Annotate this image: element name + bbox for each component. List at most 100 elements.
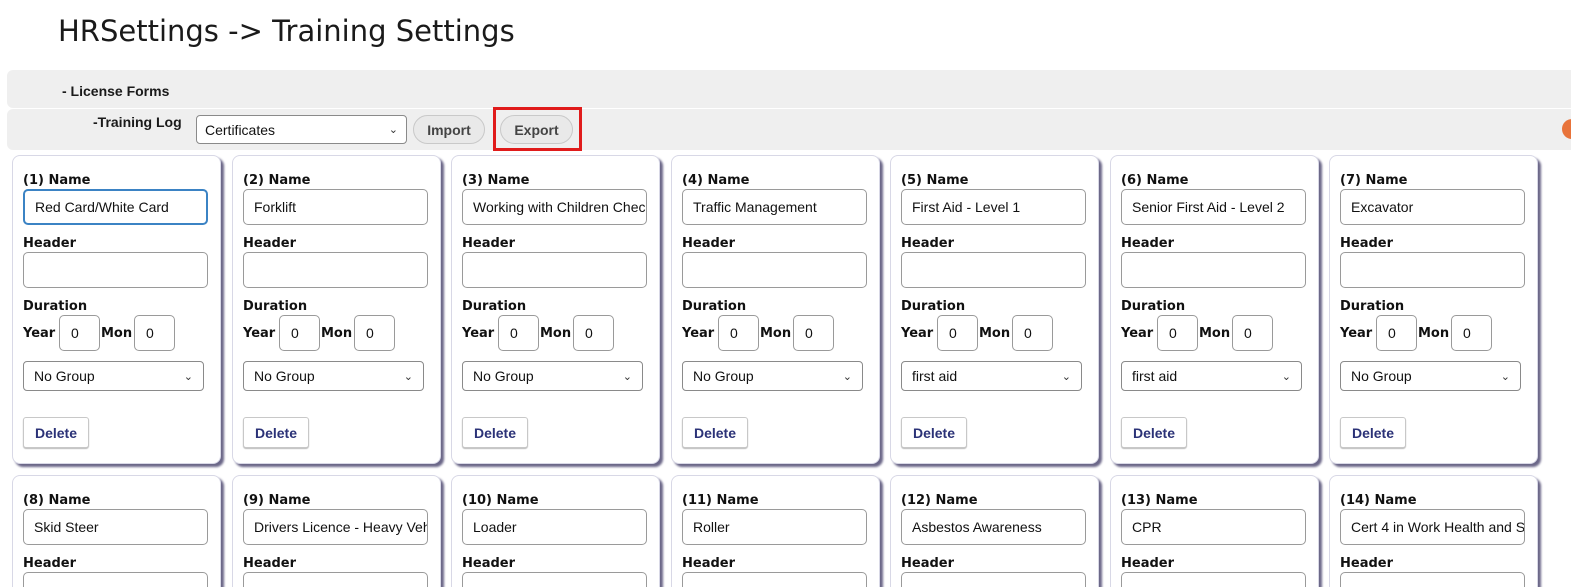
year-input[interactable]: 0 bbox=[1157, 315, 1198, 351]
header-label: Header bbox=[1340, 556, 1394, 571]
group-select[interactable]: No Group ⌄ bbox=[23, 361, 204, 391]
year-label: Year bbox=[901, 326, 934, 341]
name-input[interactable]: Working with Children Check bbox=[462, 189, 647, 225]
mon-input[interactable]: 0 bbox=[573, 315, 614, 351]
category-select[interactable]: Certificates ⌄ bbox=[196, 115, 407, 144]
license-forms-band bbox=[7, 70, 1571, 108]
mon-label: Mon bbox=[760, 326, 792, 341]
name-input[interactable]: Senior First Aid - Level 2 bbox=[1121, 189, 1306, 225]
name-input[interactable]: Cert 4 in Work Health and Sa bbox=[1340, 509, 1525, 545]
mon-label: Mon bbox=[1418, 326, 1450, 341]
name-input[interactable]: CPR bbox=[1121, 509, 1306, 545]
name-input[interactable]: Asbestos Awareness bbox=[901, 509, 1086, 545]
training-card: (9) Name Drivers Licence - Heavy Vehi Head… bbox=[232, 475, 441, 587]
header-input[interactable] bbox=[901, 252, 1086, 288]
group-select[interactable]: first aid ⌄ bbox=[1121, 361, 1302, 391]
header-input[interactable] bbox=[462, 252, 647, 288]
name-input[interactable]: Forklift bbox=[243, 189, 428, 225]
name-label: (7) Name bbox=[1340, 173, 1408, 188]
year-input[interactable]: 0 bbox=[937, 315, 978, 351]
name-input[interactable]: Drivers Licence - Heavy Vehi bbox=[243, 509, 428, 545]
mon-input[interactable]: 0 bbox=[1451, 315, 1492, 351]
group-select[interactable]: No Group ⌄ bbox=[243, 361, 424, 391]
duration-label: Duration bbox=[243, 299, 308, 314]
training-card: (5) Name First Aid - Level 1 Header Duratio… bbox=[890, 155, 1099, 464]
training-card: (4) Name Traffic Management Header Duration… bbox=[671, 155, 880, 464]
header-input[interactable] bbox=[23, 252, 208, 288]
header-input[interactable] bbox=[243, 572, 428, 587]
delete-button[interactable]: Delete bbox=[901, 417, 967, 448]
category-select-value: Certificates bbox=[205, 121, 276, 138]
name-label: (11) Name bbox=[682, 493, 759, 508]
training-log-link[interactable]: -Training Log bbox=[93, 114, 182, 130]
year-input[interactable]: 0 bbox=[718, 315, 759, 351]
training-card: (11) Name Roller Header bbox=[671, 475, 880, 587]
header-label: Header bbox=[23, 236, 77, 251]
header-input[interactable] bbox=[1121, 252, 1306, 288]
group-select-value: No Group bbox=[1351, 368, 1412, 384]
name-label: (3) Name bbox=[462, 173, 530, 188]
training-card: (1) Name Red Card/White Card Header Duratio… bbox=[12, 155, 221, 464]
header-input[interactable] bbox=[1121, 572, 1306, 587]
training-card: (6) Name Senior First Aid - Level 2 Header… bbox=[1110, 155, 1319, 464]
group-select-value: No Group bbox=[34, 368, 95, 384]
header-input[interactable] bbox=[23, 572, 208, 587]
mon-label: Mon bbox=[979, 326, 1011, 341]
header-input[interactable] bbox=[682, 252, 867, 288]
group-select-value: first aid bbox=[1132, 368, 1178, 384]
duration-label: Duration bbox=[682, 299, 747, 314]
year-input[interactable]: 0 bbox=[1376, 315, 1417, 351]
mon-label: Mon bbox=[1199, 326, 1231, 341]
group-select[interactable]: No Group ⌄ bbox=[1340, 361, 1521, 391]
training-card: (7) Name Excavator Header Duration Year 0 Mon 0… bbox=[1329, 155, 1538, 464]
chevron-down-icon: ⌄ bbox=[622, 370, 632, 383]
header-input[interactable] bbox=[1340, 572, 1525, 587]
header-label: Header bbox=[243, 236, 297, 251]
name-label: (14) Name bbox=[1340, 493, 1417, 508]
header-label: Header bbox=[23, 556, 77, 571]
header-input[interactable] bbox=[243, 252, 428, 288]
group-select[interactable]: No Group ⌄ bbox=[682, 361, 863, 391]
header-input[interactable] bbox=[901, 572, 1086, 587]
year-input[interactable]: 0 bbox=[498, 315, 539, 351]
import-button[interactable]: Import bbox=[413, 115, 485, 144]
duration-label: Duration bbox=[1121, 299, 1186, 314]
mon-input[interactable]: 0 bbox=[354, 315, 395, 351]
year-label: Year bbox=[1340, 326, 1373, 341]
header-label: Header bbox=[1340, 236, 1394, 251]
delete-button[interactable]: Delete bbox=[1121, 417, 1187, 448]
header-input[interactable] bbox=[462, 572, 647, 587]
header-label: Header bbox=[462, 236, 516, 251]
header-label: Header bbox=[901, 236, 955, 251]
delete-button[interactable]: Delete bbox=[23, 417, 89, 448]
mon-label: Mon bbox=[321, 326, 353, 341]
training-card: (13) Name CPR Header bbox=[1110, 475, 1319, 587]
name-input[interactable]: Skid Steer bbox=[23, 509, 208, 545]
header-label: Header bbox=[682, 556, 736, 571]
header-input[interactable] bbox=[1340, 252, 1525, 288]
training-card: (8) Name Skid Steer Header bbox=[12, 475, 221, 587]
header-input[interactable] bbox=[682, 572, 867, 587]
group-select-value: No Group bbox=[254, 368, 315, 384]
delete-button[interactable]: Delete bbox=[462, 417, 528, 448]
name-input[interactable]: Roller bbox=[682, 509, 867, 545]
delete-button[interactable]: Delete bbox=[1340, 417, 1406, 448]
license-forms-link[interactable]: - License Forms bbox=[62, 83, 169, 99]
year-input[interactable]: 0 bbox=[59, 315, 100, 351]
group-select[interactable]: No Group ⌄ bbox=[462, 361, 643, 391]
name-label: (6) Name bbox=[1121, 173, 1189, 188]
mon-input[interactable]: 0 bbox=[134, 315, 175, 351]
delete-button[interactable]: Delete bbox=[682, 417, 748, 448]
name-label: (10) Name bbox=[462, 493, 539, 508]
mon-input[interactable]: 0 bbox=[1012, 315, 1053, 351]
year-input[interactable]: 0 bbox=[279, 315, 320, 351]
mon-input[interactable]: 0 bbox=[793, 315, 834, 351]
delete-button[interactable]: Delete bbox=[243, 417, 309, 448]
name-input[interactable]: Red Card/White Card bbox=[23, 189, 208, 225]
group-select[interactable]: first aid ⌄ bbox=[901, 361, 1082, 391]
name-input[interactable]: Loader bbox=[462, 509, 647, 545]
name-input[interactable]: First Aid - Level 1 bbox=[901, 189, 1086, 225]
name-input[interactable]: Traffic Management bbox=[682, 189, 867, 225]
mon-input[interactable]: 0 bbox=[1232, 315, 1273, 351]
name-input[interactable]: Excavator bbox=[1340, 189, 1525, 225]
